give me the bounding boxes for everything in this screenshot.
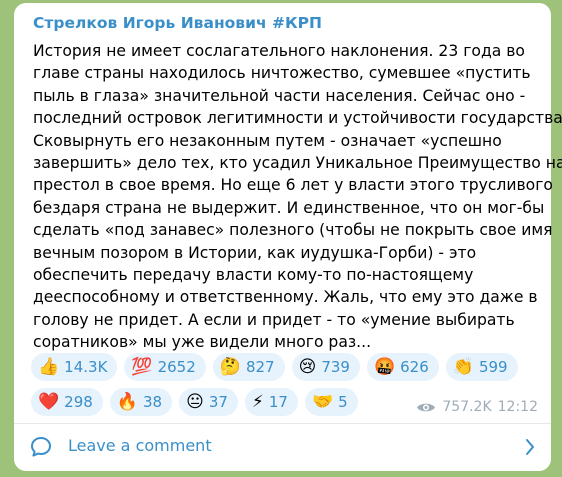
message-line: обеспечить передачу власти кому-то по-на… [33,266,474,285]
reaction-count: 14.3K [64,358,108,376]
lightning-icon: ⚡ [251,391,264,412]
reactions-row-1: 👍 14.3K 💯 2652 🤔 827 😢 739 🤬 626 👏 599 [31,353,541,381]
message-line: соратников» мы уже видели много раз... [33,333,372,352]
message-line: Сковырнуть его незаконным путем - означа… [33,131,502,150]
reaction-handshake[interactable]: 🤝 5 [304,388,358,416]
reaction-crying-face[interactable]: 😢 739 [291,353,360,381]
leave-comment-label: Leave a comment [68,436,212,455]
speech-bubble-icon [31,437,51,457]
hundred-points-icon: 💯 [131,356,153,377]
handshake-icon: 🤝 [311,391,334,412]
message-meta: 757.2K 12:12 [416,399,538,415]
message-text: История не имеет сослагательного наклоне… [33,40,562,354]
message-line: последний островок легитимности и устойч… [33,109,562,128]
reaction-count: 17 [268,393,288,411]
reaction-thinking-face[interactable]: 🤔 827 [212,353,285,381]
message-line: пыль в глаза» значительной части населен… [33,86,526,105]
reaction-count: 827 [245,358,275,376]
message-line: вечным позором в Истории, как иудушка-Го… [33,243,477,262]
reaction-lightning[interactable]: ⚡ 17 [244,388,298,416]
thumbs-up-icon: 👍 [38,356,60,377]
message-time: 12:12 [497,399,538,415]
view-count: 757.2K [442,399,492,415]
message-line: дееспособному и ответственному. Жаль, чт… [33,288,538,307]
message-line: бездаря страна не выдержит. И единственн… [33,198,545,217]
reaction-count: 739 [321,358,350,376]
reaction-count: 626 [400,358,429,376]
crying-face-icon: 😢 [298,356,317,377]
reaction-fire[interactable]: 🔥 38 [109,388,173,416]
reaction-count: 599 [478,358,508,376]
message-line: завершить» дело тех, кто усадил Уникальн… [33,154,562,173]
cursing-face-icon: 🤬 [373,356,396,377]
reaction-clapping-hands[interactable]: 👏 599 [445,353,518,381]
reaction-count: 37 [208,393,228,411]
thinking-face-icon: 🤔 [219,356,241,377]
channel-author[interactable]: Стрелков Игорь Иванович #КРП [33,14,322,32]
message-line: сделать «под занавес» полезного (чтобы н… [33,221,553,240]
chevron-right-icon [526,439,534,455]
reaction-count: 298 [64,393,93,411]
message-line: История не имеет сослагательного наклоне… [33,42,525,60]
message-line: голову не придет. А если и придет - то «… [33,310,515,329]
reaction-hundred-points[interactable]: 💯 2652 [124,353,206,381]
reaction-thumbs-up[interactable]: 👍 14.3K [31,353,118,381]
clapping-hands-icon: 👏 [452,356,474,377]
reaction-count: 2652 [157,358,196,376]
leave-comment-button[interactable]: Leave a comment [14,424,551,470]
red-heart-icon: ❤️ [38,391,60,412]
reaction-count: 38 [142,393,163,411]
reaction-count: 5 [338,393,348,411]
fire-icon: 🔥 [116,391,138,412]
reaction-cursing-face[interactable]: 🤬 626 [366,353,439,381]
message-line: престол в свое время. Но еще 6 лет у вла… [33,176,553,195]
eye-icon [417,403,436,411]
message-bubble: Стрелков Игорь Иванович #КРП История не … [14,3,562,471]
reaction-neutral-face[interactable]: 😐 37 [179,388,238,416]
message-line: главе страны находилось ничтожество, сум… [33,64,531,83]
neutral-face-icon: 😐 [186,391,204,412]
reaction-red-heart[interactable]: ❤️ 298 [31,388,103,416]
